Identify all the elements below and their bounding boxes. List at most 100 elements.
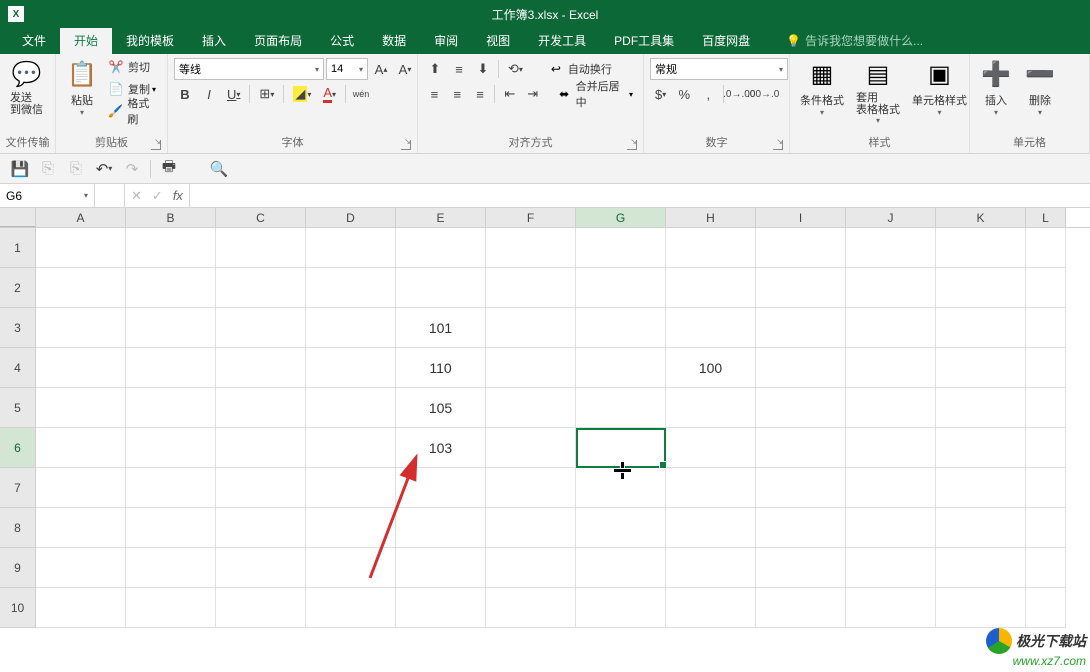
col-header[interactable]: K [936, 208, 1026, 227]
cell[interactable] [396, 508, 486, 548]
wrap-text-button[interactable]: ↩自动换行 [544, 58, 616, 80]
tab-page-layout[interactable]: 页面布局 [240, 27, 316, 54]
cell[interactable] [756, 468, 846, 508]
fx-icon[interactable]: fx [173, 188, 183, 203]
cell[interactable] [126, 268, 216, 308]
tab-data[interactable]: 数据 [368, 27, 420, 54]
cell[interactable] [666, 268, 756, 308]
tell-me-search[interactable]: 💡 告诉我您想要做什么... [776, 27, 933, 54]
cell[interactable] [126, 548, 216, 588]
currency-button[interactable]: $ ▾ [650, 83, 671, 105]
conditional-format-button[interactable]: ▦ 条件格式 ▾ [794, 56, 850, 119]
cell[interactable] [666, 508, 756, 548]
col-header[interactable]: D [306, 208, 396, 227]
cell[interactable] [576, 228, 666, 268]
tab-pdf[interactable]: PDF工具集 [600, 27, 688, 54]
cell[interactable] [846, 548, 936, 588]
cancel-icon[interactable]: ✕ [131, 188, 142, 204]
formula-input[interactable] [190, 184, 1090, 207]
bold-button[interactable]: B [174, 83, 196, 105]
decrease-decimal-button[interactable]: .00→.0 [752, 83, 774, 105]
format-painter-button[interactable]: 🖌️格式刷 [104, 100, 163, 122]
insert-cells-button[interactable]: ➕ 插入 ▾ [974, 56, 1018, 119]
cell[interactable] [1026, 468, 1066, 508]
cell[interactable] [1026, 268, 1066, 308]
comma-button[interactable]: , [697, 83, 719, 105]
cell[interactable] [36, 268, 126, 308]
cell[interactable] [486, 588, 576, 628]
cell[interactable] [216, 308, 306, 348]
cell[interactable] [846, 588, 936, 628]
row-header[interactable]: 7 [0, 468, 36, 508]
font-color-button[interactable]: A ▾ [318, 83, 341, 105]
cell[interactable] [576, 268, 666, 308]
undo-button[interactable]: ↶ ▾ [92, 157, 116, 181]
cell[interactable] [126, 308, 216, 348]
font-name-select[interactable]: 等线▾ [174, 58, 324, 80]
format-table-button[interactable]: ▤ 套用表格格式 ▾ [850, 56, 906, 127]
cell[interactable] [756, 308, 846, 348]
cell[interactable] [36, 428, 126, 468]
tab-view[interactable]: 视图 [472, 27, 524, 54]
cell[interactable] [396, 468, 486, 508]
cell[interactable] [126, 508, 216, 548]
cell[interactable] [306, 548, 396, 588]
col-header[interactable]: B [126, 208, 216, 227]
underline-button[interactable]: U ▾ [222, 83, 245, 105]
cell[interactable] [846, 228, 936, 268]
percent-button[interactable]: % [673, 83, 695, 105]
cell[interactable] [576, 428, 666, 468]
cell[interactable] [756, 388, 846, 428]
cell[interactable] [486, 508, 576, 548]
cell[interactable]: 100 [666, 348, 756, 388]
cell[interactable] [306, 228, 396, 268]
cell[interactable] [1026, 428, 1066, 468]
phonetic-button[interactable]: wén [350, 83, 372, 105]
cell[interactable] [216, 548, 306, 588]
cell[interactable] [756, 268, 846, 308]
select-all-corner[interactable] [0, 208, 36, 227]
cell[interactable] [1026, 548, 1066, 588]
cell[interactable] [216, 388, 306, 428]
col-header[interactable]: C [216, 208, 306, 227]
cell[interactable] [576, 388, 666, 428]
cell[interactable] [126, 348, 216, 388]
launcher-icon[interactable] [151, 140, 161, 150]
cell[interactable] [216, 228, 306, 268]
cell[interactable] [936, 548, 1026, 588]
cell[interactable] [216, 268, 306, 308]
cell[interactable] [36, 388, 126, 428]
spreadsheet-grid[interactable]: A B C D E F G H I J K L 1 2 3 4 5 6 7 8 … [0, 208, 1090, 670]
col-header[interactable]: I [756, 208, 846, 227]
cell[interactable] [576, 348, 666, 388]
tab-home[interactable]: 开始 [60, 27, 112, 54]
cell[interactable] [306, 588, 396, 628]
redo-button[interactable]: ↷ [120, 157, 144, 181]
align-right-button[interactable]: ≡ [470, 83, 491, 105]
cell[interactable] [576, 548, 666, 588]
border-button[interactable]: ⊞ ▾ [254, 83, 279, 105]
cell[interactable] [306, 268, 396, 308]
row-header[interactable]: 9 [0, 548, 36, 588]
row-header[interactable]: 8 [0, 508, 36, 548]
cell[interactable] [936, 508, 1026, 548]
row-header[interactable]: 6 [0, 428, 36, 468]
cell[interactable] [936, 228, 1026, 268]
cell[interactable] [396, 588, 486, 628]
cell[interactable] [846, 388, 936, 428]
cell-styles-button[interactable]: ▣ 单元格样式 ▾ [906, 56, 973, 119]
cell[interactable] [936, 428, 1026, 468]
increase-indent-button[interactable]: ⇥ [522, 83, 543, 105]
send-wechat-button[interactable]: 💬 发送到微信 [4, 56, 49, 118]
cell[interactable]: 110 [396, 348, 486, 388]
cell[interactable] [216, 428, 306, 468]
cell[interactable] [36, 348, 126, 388]
cell[interactable] [1026, 308, 1066, 348]
decrease-indent-button[interactable]: ⇤ [499, 83, 520, 105]
decrease-font-button[interactable]: A▾ [394, 58, 416, 80]
cell[interactable] [306, 508, 396, 548]
cell[interactable] [846, 308, 936, 348]
row-header[interactable]: 4 [0, 348, 36, 388]
cell[interactable] [666, 428, 756, 468]
cell[interactable] [936, 308, 1026, 348]
